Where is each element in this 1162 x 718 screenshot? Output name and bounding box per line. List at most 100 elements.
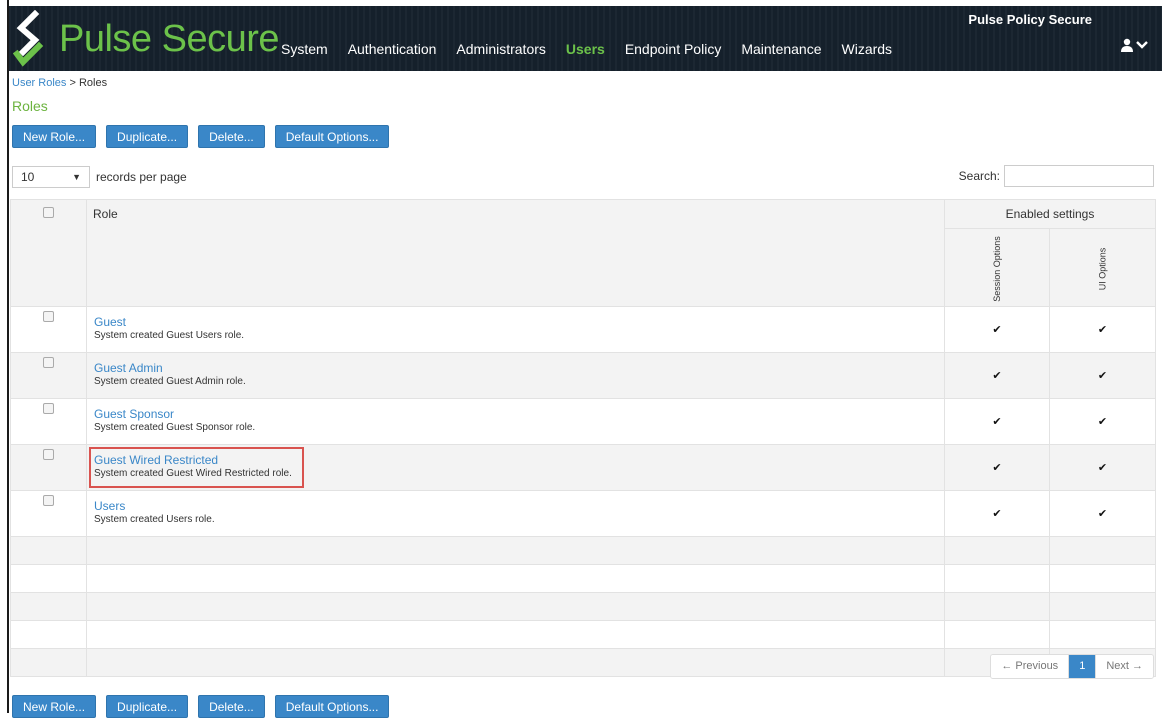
- records-per-page: 10 ▼ records per page: [12, 166, 187, 188]
- user-menu[interactable]: [1120, 38, 1148, 52]
- session-options-check-icon: ✔: [943, 306, 1050, 353]
- role-cell: Guest Admin System created Guest Admin r…: [86, 352, 945, 399]
- nav-administrators[interactable]: Administrators: [446, 40, 555, 58]
- nav-system[interactable]: System: [271, 40, 338, 58]
- pagination: ← Previous 1 Next →: [990, 654, 1154, 679]
- row-select: [10, 444, 87, 491]
- user-icon: [1121, 38, 1133, 52]
- delete-button[interactable]: Delete...: [198, 695, 265, 718]
- nav-wizards[interactable]: Wizards: [832, 40, 903, 58]
- row-checkbox[interactable]: [43, 311, 54, 322]
- role-cell: Guest System created Guest Users role.: [86, 306, 945, 353]
- select-all-header: [10, 199, 87, 307]
- brand-title: Pulse Secure: [59, 18, 280, 60]
- records-per-page-select[interactable]: 10 ▼: [12, 166, 90, 188]
- next-page-button[interactable]: Next →: [1095, 655, 1153, 678]
- bottom-toolbar: New Role... Duplicate... Delete... Defau…: [12, 695, 390, 718]
- row-checkbox[interactable]: [43, 403, 54, 414]
- breadcrumb-current: Roles: [78, 77, 108, 89]
- role-description: System created Users role.: [94, 514, 215, 525]
- row-select: [10, 398, 87, 445]
- table-row: Guest Wired Restricted System created Gu…: [10, 444, 1157, 491]
- ui-options-header[interactable]: UI Options: [1048, 228, 1157, 307]
- empty-row: [10, 620, 1157, 649]
- breadcrumb-separator: >: [66, 77, 79, 89]
- session-options-check-icon: ✔: [943, 398, 1050, 445]
- duplicate-button[interactable]: Duplicate...: [106, 125, 189, 148]
- empty-row: [10, 592, 1157, 621]
- search-box: Search:: [959, 165, 1154, 187]
- empty-row: [10, 536, 1157, 565]
- role-description: System created Guest Sponsor role.: [94, 422, 256, 433]
- role-link[interactable]: Guest Admin: [94, 361, 246, 375]
- role-cell: Guest Wired Restricted System created Gu…: [86, 444, 945, 491]
- previous-page-button[interactable]: ← Previous: [991, 655, 1069, 678]
- empty-row: [10, 564, 1157, 593]
- enabled-settings-header: Enabled settings: [943, 199, 1157, 229]
- default-options-button[interactable]: Default Options...: [274, 695, 390, 718]
- role-description: System created Guest Wired Restricted ro…: [94, 468, 292, 479]
- role-description: System created Guest Admin role.: [94, 376, 246, 387]
- search-label: Search:: [958, 169, 1000, 183]
- highlight-box: Guest Wired Restricted System created Gu…: [89, 447, 304, 488]
- role-cell: Users System created Users role.: [86, 490, 945, 537]
- role-link[interactable]: Users: [94, 499, 215, 513]
- role-link[interactable]: Guest Wired Restricted: [94, 453, 292, 467]
- nav-authentication[interactable]: Authentication: [338, 40, 447, 58]
- table-row: Guest System created Guest Users role. ✔…: [10, 306, 1157, 353]
- row-checkbox[interactable]: [43, 449, 54, 460]
- page-title: Roles: [12, 98, 48, 114]
- product-name: Pulse Policy Secure: [968, 12, 1092, 27]
- session-options-check-icon: ✔: [943, 352, 1050, 399]
- row-checkbox[interactable]: [43, 495, 54, 506]
- breadcrumb: User Roles > Roles: [12, 77, 107, 89]
- row-checkbox[interactable]: [43, 357, 54, 368]
- role-cell: Guest Sponsor System created Guest Spons…: [86, 398, 945, 445]
- row-select: [10, 490, 87, 537]
- table-row: Guest Admin System created Guest Admin r…: [10, 352, 1157, 399]
- caret-down-icon: ▼: [72, 172, 81, 182]
- ui-options-label: UI Options: [1097, 247, 1108, 290]
- ui-options-check-icon: ✔: [1048, 490, 1157, 537]
- page: Pulse Secure System Authentication Admin…: [0, 0, 1162, 718]
- new-role-button[interactable]: New Role...: [12, 695, 97, 718]
- table-row: Users System created Users role. ✔ ✔: [10, 490, 1157, 537]
- ui-options-check-icon: ✔: [1048, 306, 1157, 353]
- chevron-down-icon: [1136, 41, 1148, 49]
- session-options-header[interactable]: Session Options: [943, 228, 1050, 307]
- new-role-button[interactable]: New Role...: [12, 125, 97, 148]
- nav-maintenance[interactable]: Maintenance: [731, 40, 831, 58]
- nav-endpoint-policy[interactable]: Endpoint Policy: [615, 40, 732, 58]
- empty-row: [10, 648, 1157, 677]
- row-select: [10, 306, 87, 353]
- select-all-checkbox[interactable]: [43, 207, 54, 218]
- role-link[interactable]: Guest: [94, 315, 244, 329]
- pulse-logo-icon: [13, 10, 44, 67]
- records-per-page-label: records per page: [96, 170, 187, 184]
- table-header-row: Role Enabled settings: [10, 199, 1157, 307]
- records-per-page-value: 10: [21, 170, 35, 184]
- role-column-header[interactable]: Role: [86, 199, 945, 307]
- nav-users[interactable]: Users: [556, 40, 615, 58]
- brand-text: Pulse Secure: [59, 18, 280, 60]
- default-options-button[interactable]: Default Options...: [274, 125, 390, 148]
- search-input[interactable]: [1004, 165, 1154, 187]
- role-description: System created Guest Users role.: [94, 330, 245, 341]
- table-row: Guest Sponsor System created Guest Spons…: [10, 398, 1157, 445]
- page-1-button[interactable]: 1: [1068, 655, 1096, 678]
- main-nav: System Authentication Administrators Use…: [271, 40, 902, 58]
- window-edge: [7, 0, 9, 713]
- ui-options-check-icon: ✔: [1048, 398, 1157, 445]
- breadcrumb-user-roles[interactable]: User Roles: [12, 77, 66, 89]
- duplicate-button[interactable]: Duplicate...: [106, 695, 189, 718]
- delete-button[interactable]: Delete...: [198, 125, 265, 148]
- top-header: Pulse Secure System Authentication Admin…: [9, 6, 1162, 71]
- roles-table: Role Enabled settings Session Options UI…: [10, 199, 1157, 677]
- session-options-check-icon: ✔: [943, 444, 1050, 491]
- ui-options-check-icon: ✔: [1048, 444, 1157, 491]
- top-toolbar: New Role... Duplicate... Delete... Defau…: [12, 125, 390, 148]
- session-options-label: Session Options: [991, 235, 1002, 302]
- ui-options-check-icon: ✔: [1048, 352, 1157, 399]
- row-select: [10, 352, 87, 399]
- role-link[interactable]: Guest Sponsor: [94, 407, 255, 421]
